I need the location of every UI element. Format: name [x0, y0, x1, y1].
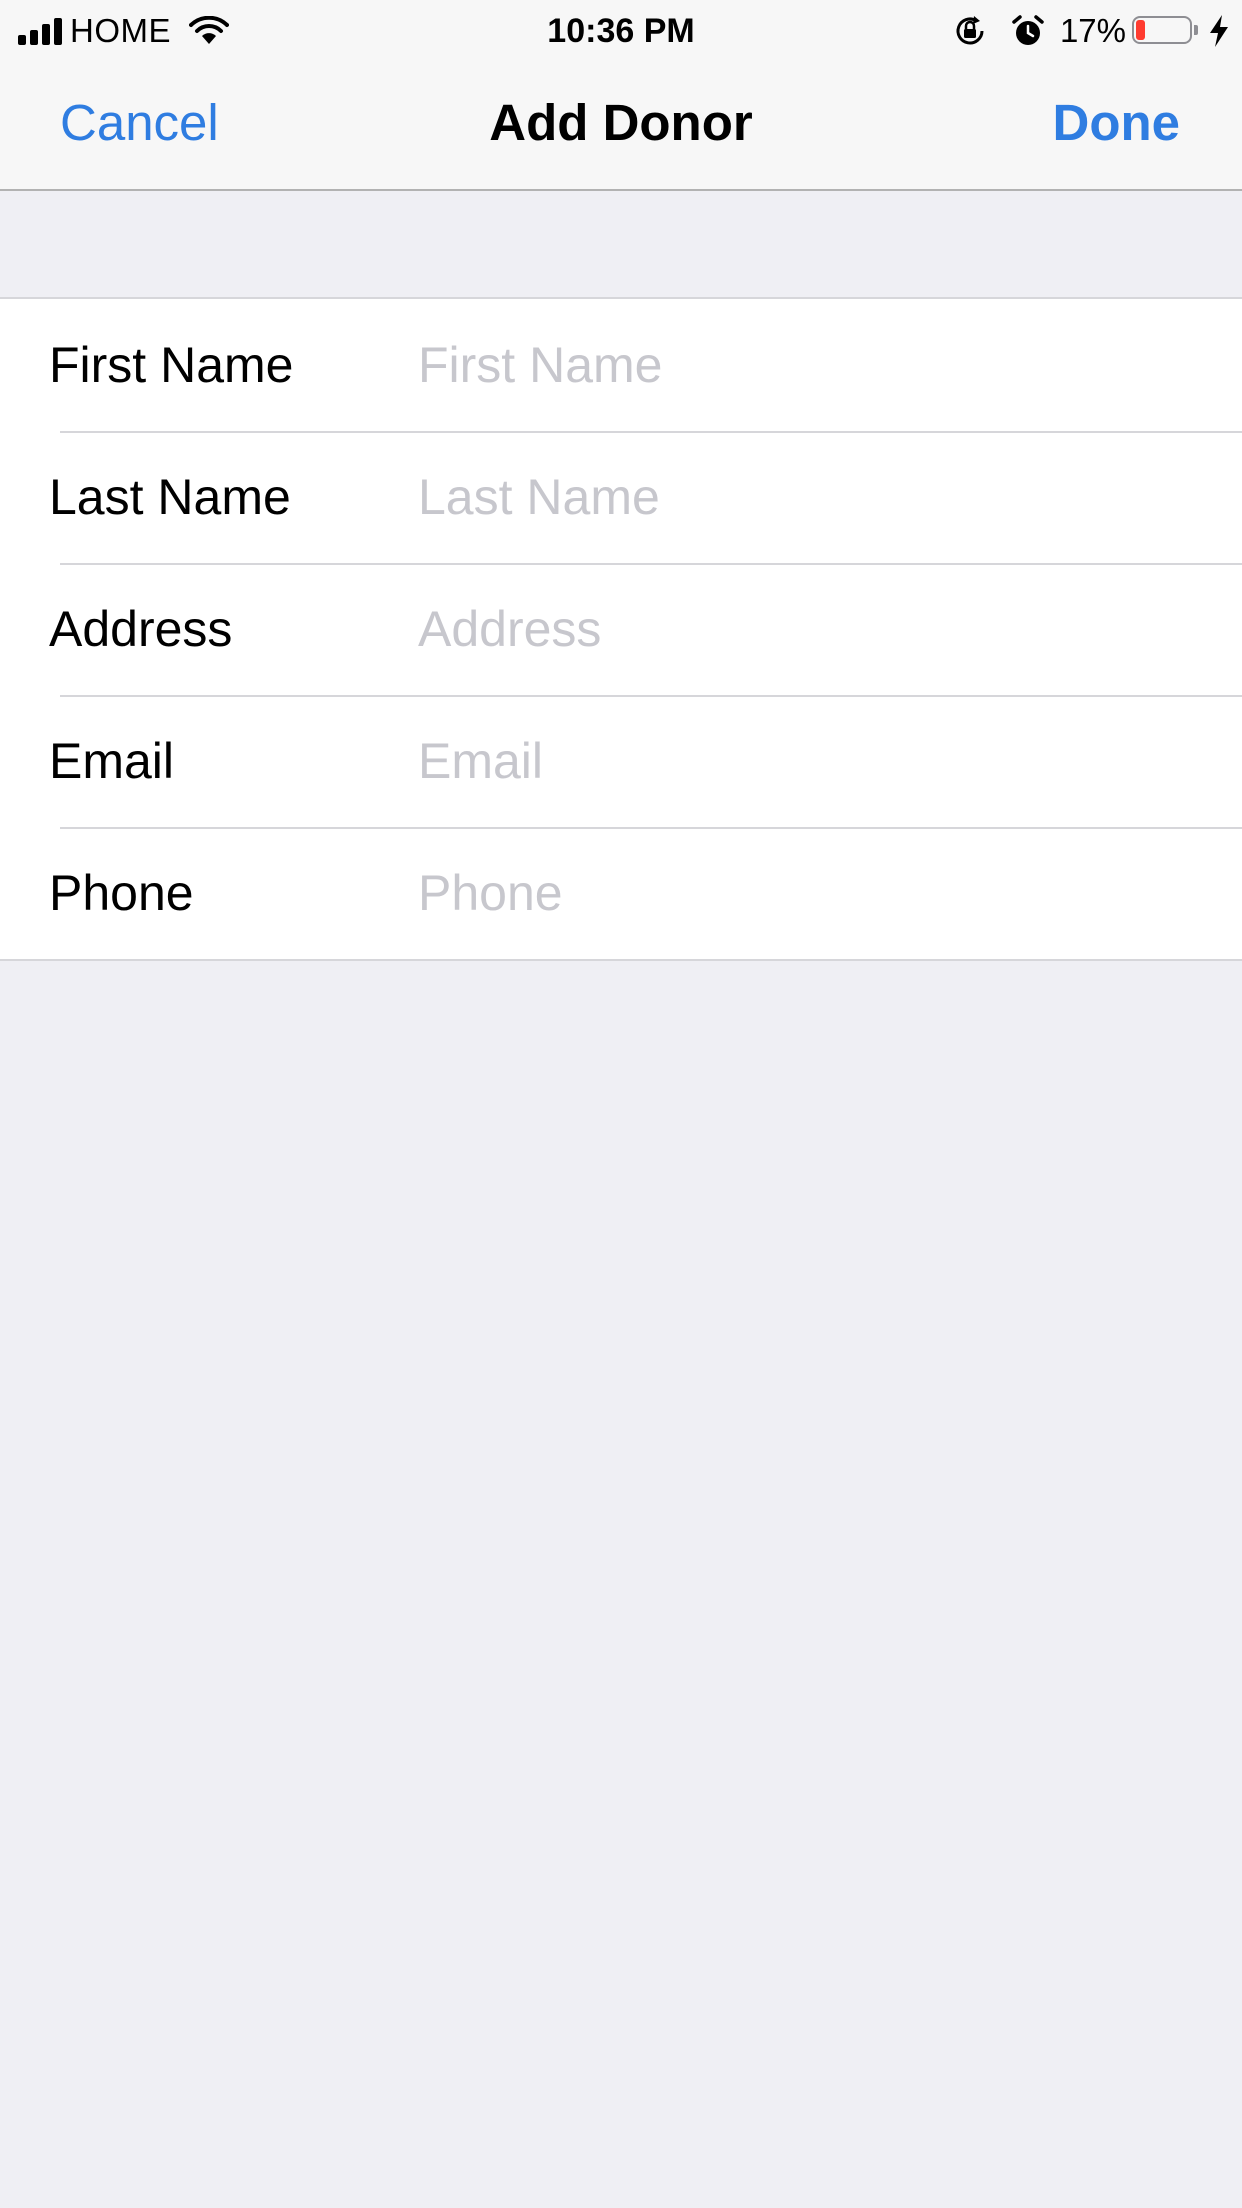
done-button[interactable]: Done	[1053, 93, 1181, 153]
donor-form: First Name Last Name Address Email Phone	[0, 297, 1242, 961]
address-field[interactable]	[418, 594, 1218, 664]
form-row-first-name: First Name	[0, 299, 1242, 431]
form-row-phone: Phone	[0, 827, 1242, 959]
first-name-field[interactable]	[418, 330, 1218, 400]
address-label: Address	[49, 601, 233, 657]
first-name-label: First Name	[49, 337, 294, 393]
charging-icon	[1210, 15, 1228, 47]
phone-label: Phone	[49, 865, 194, 921]
phone-field[interactable]	[418, 858, 1218, 928]
form-row-address: Address	[0, 563, 1242, 695]
form-row-last-name: Last Name	[0, 431, 1242, 563]
status-bar-right: 17%	[952, 8, 1230, 54]
status-bar: HOME 10:36 PM 17%	[0, 0, 1242, 60]
last-name-label: Last Name	[49, 469, 291, 525]
orientation-lock-icon	[956, 16, 984, 45]
battery-icon	[1132, 16, 1198, 46]
last-name-field[interactable]	[418, 462, 1218, 532]
email-field[interactable]	[418, 726, 1218, 796]
battery-level-fill	[1136, 20, 1145, 40]
form-row-email: Email	[0, 695, 1242, 827]
email-label: Email	[49, 733, 175, 789]
battery-percent: 17%	[1059, 12, 1126, 49]
navigation-bar: Cancel Add Donor Done	[0, 60, 1242, 191]
alarm-icon	[1012, 15, 1044, 45]
